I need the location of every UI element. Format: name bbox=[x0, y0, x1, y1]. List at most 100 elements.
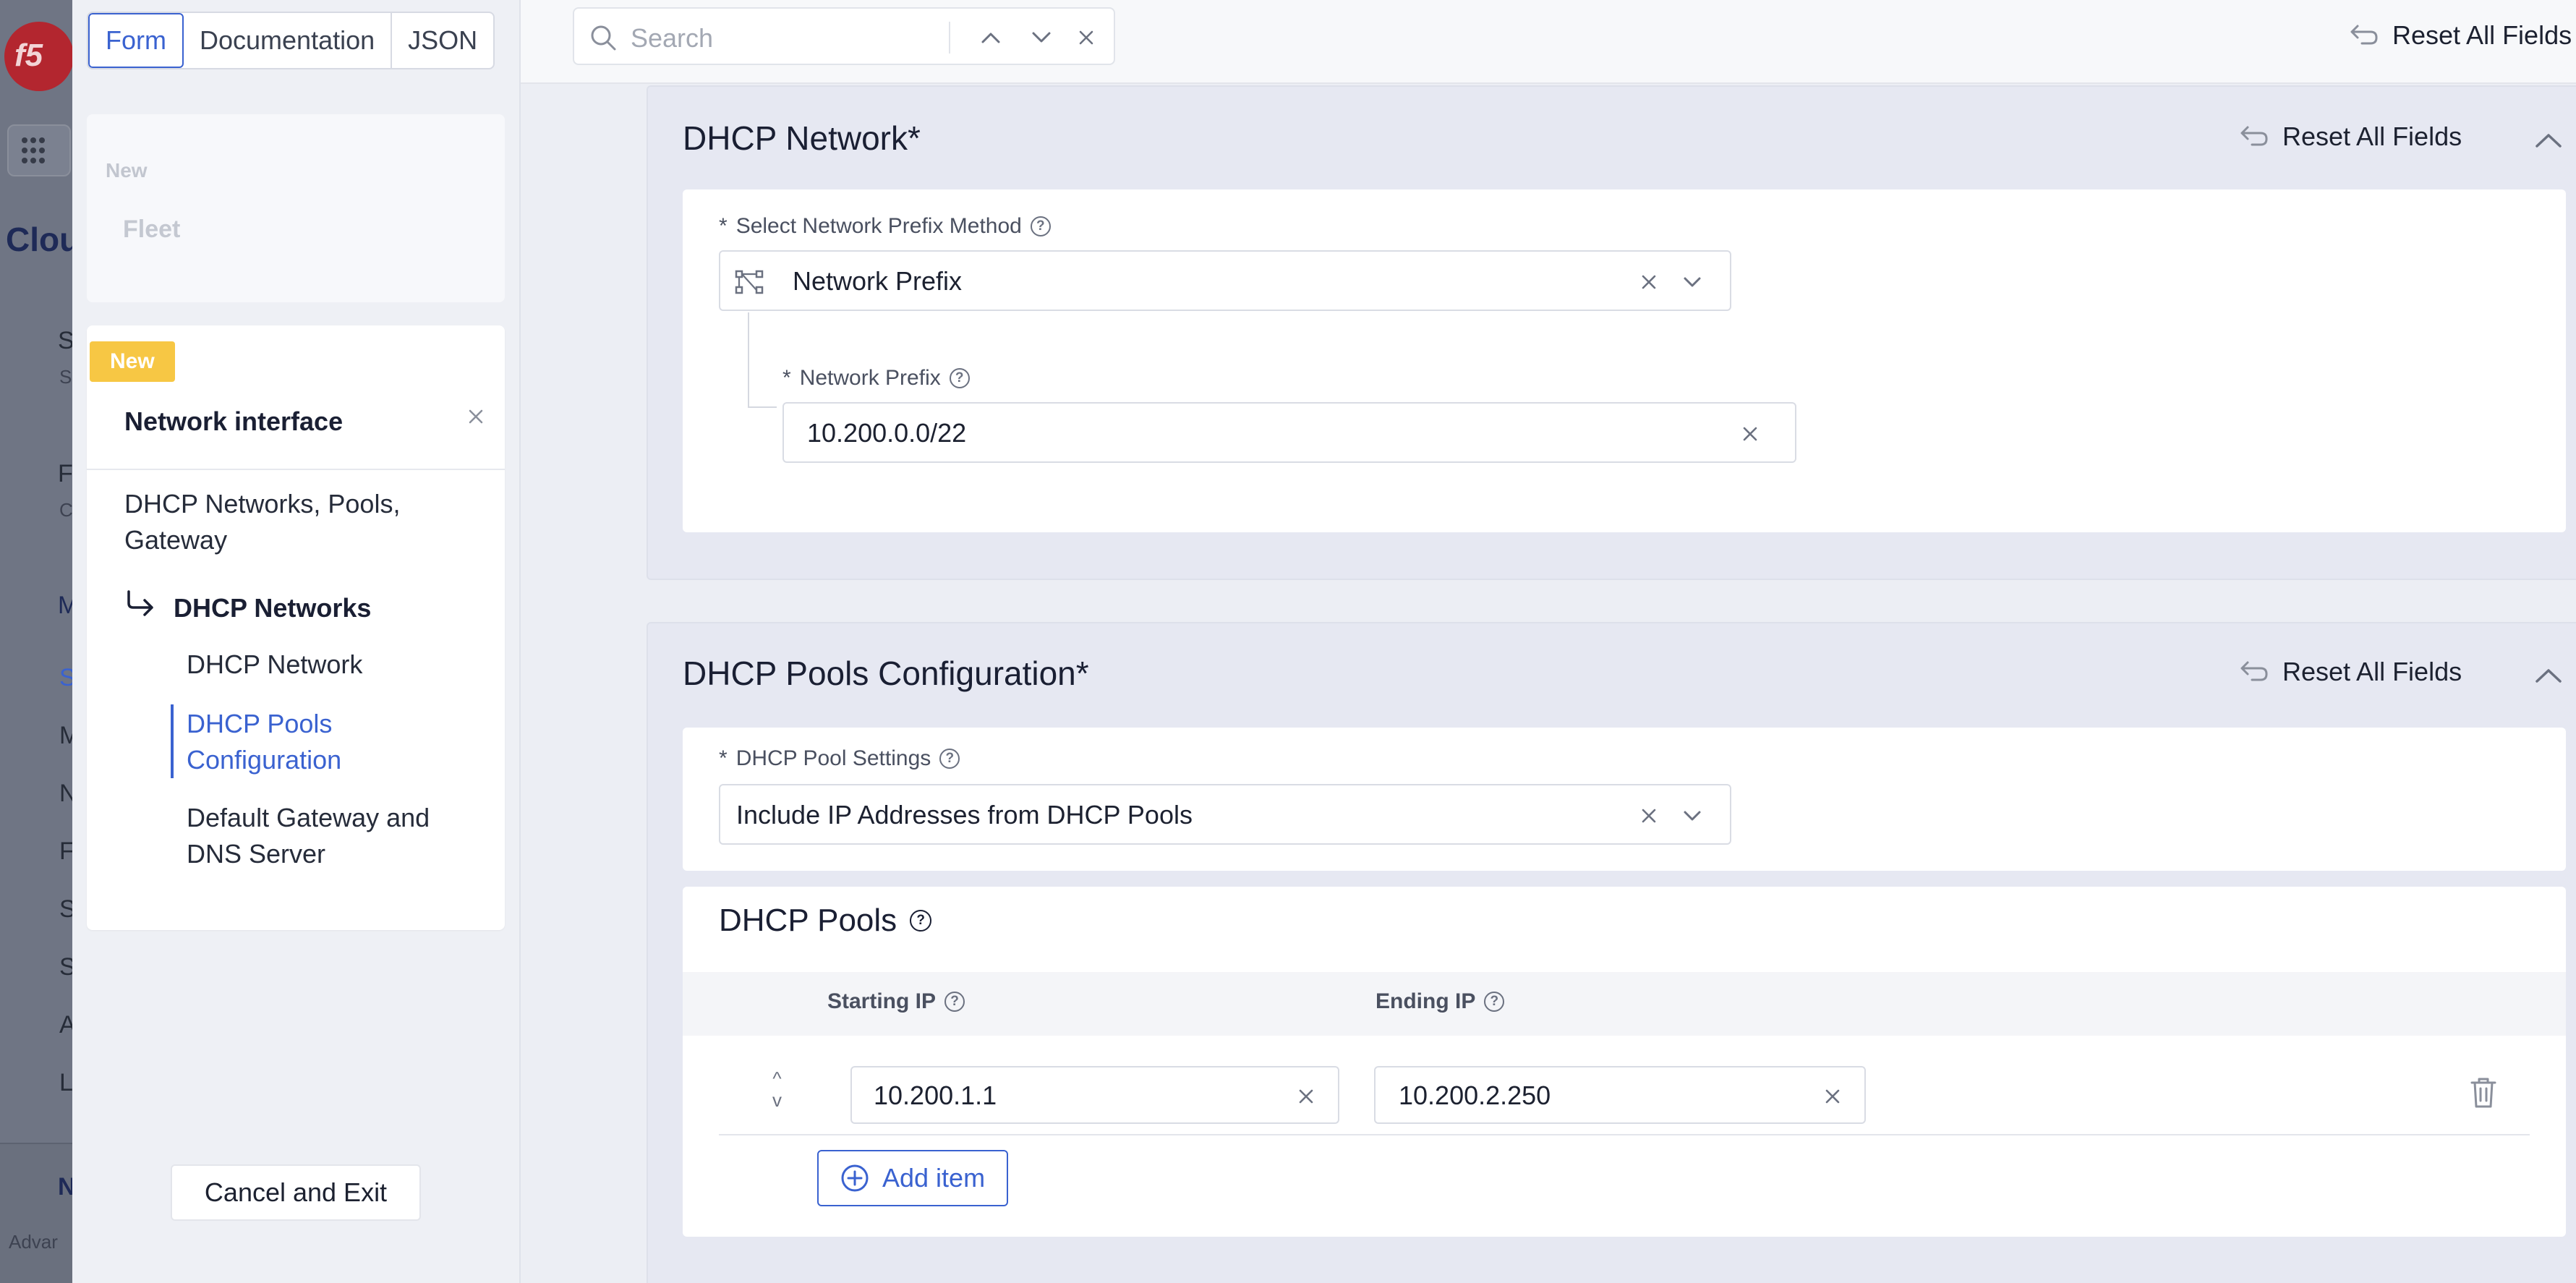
nav-group-dhcp[interactable]: DHCP Networks, Pools, Gateway bbox=[124, 486, 472, 558]
tab-form[interactable]: Form bbox=[88, 13, 184, 68]
label-text: DHCP Pool Settings bbox=[735, 746, 931, 770]
search-input[interactable]: Search bbox=[631, 23, 713, 54]
pool-settings-select[interactable]: Include IP Addresses from DHCP Pools bbox=[719, 784, 1731, 845]
reset-label: Reset All Fields bbox=[2282, 122, 2462, 151]
help-icon[interactable]: ? bbox=[1484, 992, 1505, 1012]
collapse-chevron-up-icon[interactable] bbox=[2528, 655, 2569, 696]
required-mark: * bbox=[1075, 655, 1089, 692]
move-down-icon[interactable]: v bbox=[772, 1089, 782, 1111]
trash-icon[interactable] bbox=[2469, 1076, 2498, 1109]
column-header-text: Ending IP bbox=[1376, 989, 1476, 1013]
tab-json[interactable]: JSON bbox=[392, 13, 493, 68]
active-indicator bbox=[171, 704, 174, 778]
bg-footer: N Advar bbox=[0, 1143, 72, 1283]
dhcp-pools-title-text: DHCP Pools bbox=[719, 903, 897, 938]
section-title-text: DHCP Network bbox=[683, 119, 908, 157]
bg-nav-letter: S bbox=[59, 895, 72, 923]
fleet-badge: New bbox=[106, 159, 148, 182]
fleet-card[interactable]: New Fleet bbox=[87, 114, 505, 302]
undo-icon bbox=[2239, 124, 2269, 149]
divider bbox=[949, 22, 950, 54]
tree-line bbox=[748, 406, 777, 408]
add-item-button[interactable]: Add item bbox=[817, 1150, 1009, 1206]
section-title: DHCP Network* bbox=[683, 119, 921, 158]
reset-label: Reset All Fields bbox=[2282, 657, 2462, 686]
help-icon[interactable]: ? bbox=[949, 368, 970, 388]
top-bar: Search Reset All Fields bbox=[521, 0, 2576, 84]
input-value: 10.200.1.1 bbox=[874, 1080, 997, 1110]
search-box[interactable]: Search bbox=[573, 7, 1115, 65]
chevron-up-icon[interactable] bbox=[975, 22, 1007, 54]
clear-icon[interactable] bbox=[1734, 418, 1766, 450]
pool-settings-label: * DHCP Pool Settings ? bbox=[719, 746, 960, 771]
bg-nav-letter: A bbox=[59, 1011, 72, 1039]
dhcp-pools-title: DHCP Pools ? bbox=[719, 903, 932, 939]
network-interface-title: Network interface bbox=[124, 406, 344, 436]
bg-nav-letter: N bbox=[59, 780, 72, 807]
reorder-handle[interactable]: ^ v bbox=[772, 1067, 782, 1111]
close-icon[interactable] bbox=[454, 395, 498, 438]
select-value: Include IP Addresses from DHCP Pools bbox=[736, 800, 1193, 830]
nav-item-dhcp-network[interactable]: DHCP Network bbox=[187, 649, 362, 680]
nav-dhcp-networks[interactable]: DHCP Networks bbox=[174, 593, 371, 623]
required-mark: * bbox=[908, 119, 921, 157]
bg-nav-letter: N bbox=[58, 1173, 72, 1201]
bg-nav-letter: S bbox=[59, 664, 72, 691]
collapse-chevron-up-icon[interactable] bbox=[2528, 120, 2569, 161]
starting-ip-input[interactable]: 10.200.1.1 bbox=[850, 1066, 1339, 1124]
reset-all-fields-label: Reset All Fields bbox=[2392, 20, 2572, 50]
dhcp-pools-config-section: DHCP Pools Configuration* Reset All Fiel… bbox=[647, 622, 2576, 1283]
column-header-text: Starting IP bbox=[827, 989, 937, 1013]
required-prefix: * bbox=[719, 746, 728, 770]
form-panel: Form Documentation JSON New Fleet New Ne… bbox=[72, 0, 2576, 1283]
help-icon[interactable]: ? bbox=[910, 910, 932, 932]
bg-footer-text: Advar bbox=[9, 1231, 58, 1253]
prefix-method-select[interactable]: Network Prefix bbox=[719, 250, 1731, 311]
help-icon[interactable]: ? bbox=[944, 992, 965, 1012]
chevron-down-icon[interactable] bbox=[1676, 800, 1708, 832]
reset-all-fields-button[interactable]: Reset All Fields bbox=[2349, 20, 2572, 51]
section-title-text: DHCP Pools Configuration bbox=[683, 655, 1076, 692]
required-prefix: * bbox=[782, 366, 791, 390]
ending-ip-input[interactable]: 10.200.2.250 bbox=[1374, 1066, 1866, 1124]
reset-section-button[interactable]: Reset All Fields bbox=[2239, 122, 2462, 152]
dhcp-network-card: * Select Network Prefix Method ? Network … bbox=[683, 189, 2566, 532]
chevron-down-icon[interactable] bbox=[1025, 22, 1057, 54]
nav-item-default-gateway[interactable]: Default Gateway and DNS Server bbox=[187, 800, 490, 872]
tab-documentation[interactable]: Documentation bbox=[184, 13, 393, 68]
network-prefix-input[interactable]: 10.200.0.0/22 bbox=[782, 402, 1796, 463]
clear-icon[interactable] bbox=[1633, 266, 1665, 298]
prefix-method-label: * Select Network Prefix Method ? bbox=[719, 214, 1051, 239]
column-header-starting-ip: Starting IP ? bbox=[827, 989, 965, 1014]
reset-section-button[interactable]: Reset All Fields bbox=[2239, 657, 2462, 687]
input-value: 10.200.2.250 bbox=[1399, 1080, 1551, 1110]
plus-circle-icon bbox=[840, 1164, 869, 1193]
dhcp-pools-card: DHCP Pools ? Starting IP ? Ending IP ? ^… bbox=[683, 887, 2566, 1237]
clear-icon[interactable] bbox=[1290, 1080, 1322, 1112]
cancel-and-exit-button[interactable]: Cancel and Exit bbox=[171, 1164, 421, 1221]
nav-item-dhcp-pools-configuration[interactable]: DHCP Pools Configuration bbox=[187, 706, 461, 778]
network-interface-card: New Network interface DHCP Networks, Poo… bbox=[87, 325, 505, 930]
help-icon[interactable]: ? bbox=[1030, 216, 1051, 236]
bg-nav-letter: M bbox=[59, 722, 72, 749]
form-sidebar: Form Documentation JSON New Fleet New Ne… bbox=[72, 0, 521, 1283]
help-icon[interactable]: ? bbox=[939, 749, 960, 769]
clear-icon[interactable] bbox=[1817, 1080, 1848, 1112]
chevron-down-icon[interactable] bbox=[1676, 266, 1708, 298]
subdirectory-arrow-icon bbox=[124, 589, 156, 618]
bg-nav-letter: L bbox=[59, 1069, 72, 1096]
bg-nav-letter: S bbox=[59, 953, 72, 981]
clear-search-icon[interactable] bbox=[1070, 22, 1102, 54]
bg-nav-letter: M bbox=[58, 592, 72, 619]
label-text: Select Network Prefix Method bbox=[735, 214, 1022, 238]
pool-settings-card: * DHCP Pool Settings ? Include IP Address… bbox=[683, 728, 2566, 871]
move-up-icon[interactable]: ^ bbox=[772, 1067, 782, 1089]
table-header: Starting IP ? Ending IP ? bbox=[683, 972, 2566, 1036]
bg-nav-letter: S bbox=[58, 327, 72, 354]
view-tabs: Form Documentation JSON bbox=[87, 12, 495, 69]
tree-line bbox=[748, 312, 749, 408]
clear-icon[interactable] bbox=[1633, 800, 1665, 832]
dhcp-network-section: DHCP Network* Reset All Fields * Select N… bbox=[647, 85, 2576, 580]
new-badge: New bbox=[90, 341, 175, 382]
network-prefix-label: * Network Prefix ? bbox=[782, 366, 970, 391]
